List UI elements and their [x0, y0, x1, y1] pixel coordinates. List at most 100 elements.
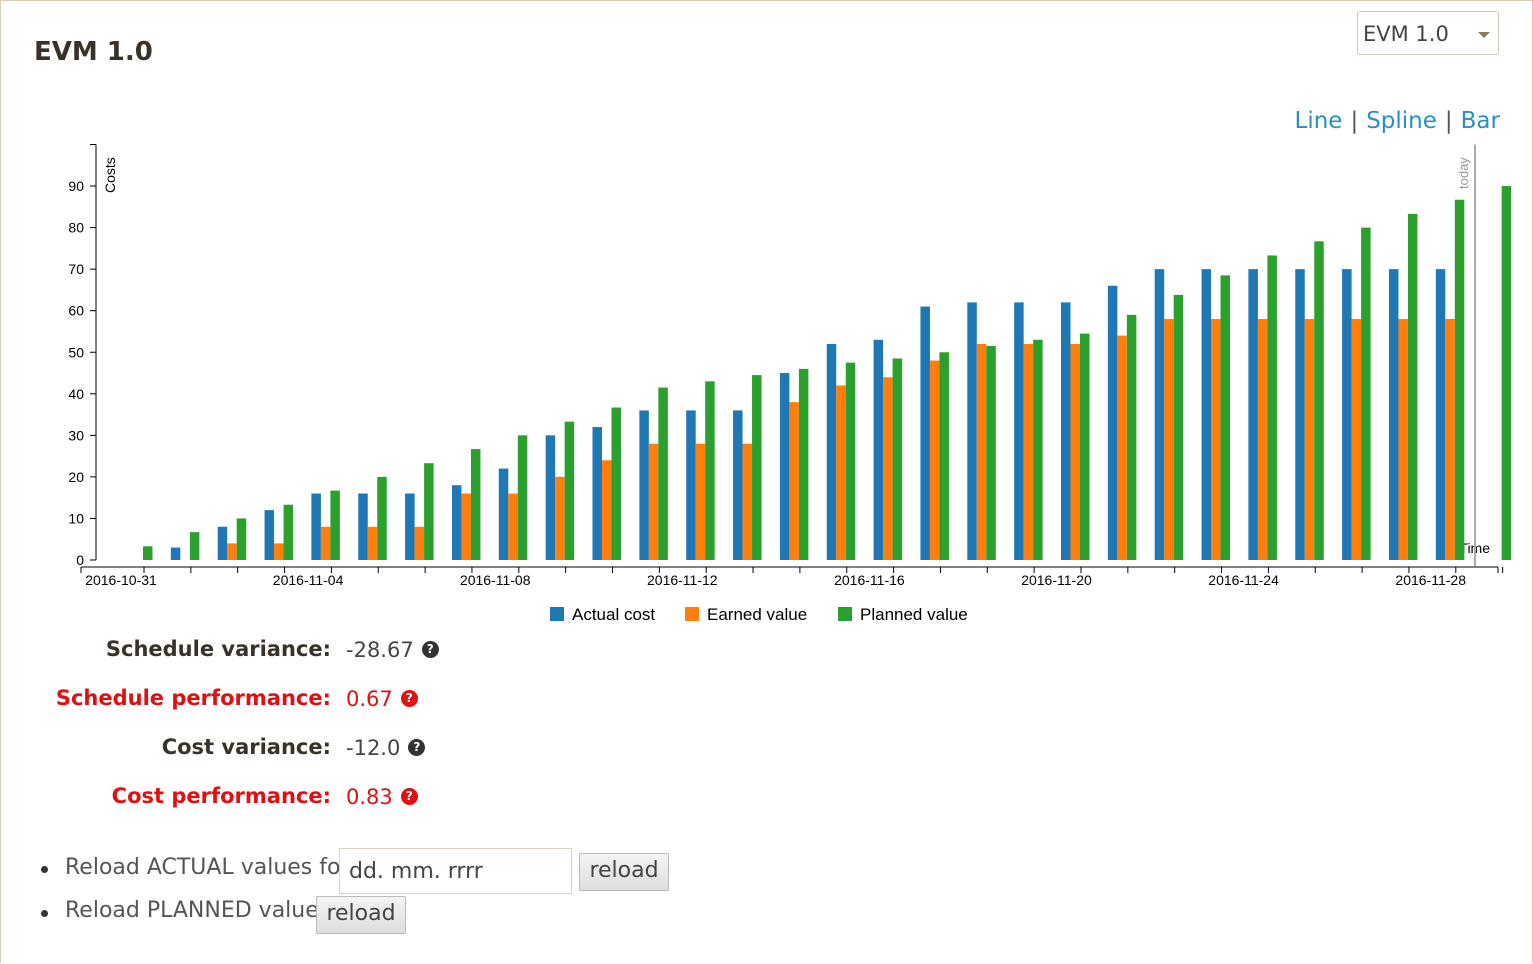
bar-planned-value	[1220, 275, 1231, 560]
y-tick-label: 70	[68, 261, 84, 277]
stat-cost-variance: Cost variance: -12.0?	[1, 735, 601, 765]
bar-actual-cost	[217, 526, 228, 560]
stat-label: Schedule variance:	[105, 637, 331, 661]
bar-earned-value	[1351, 319, 1362, 560]
x-tick-label: 2016-11-16	[834, 572, 905, 588]
bar-planned-value	[1361, 227, 1371, 560]
y-tick-label: 10	[68, 510, 84, 526]
version-select-value: EVM 1.0	[1363, 22, 1449, 46]
bar-planned-value	[1407, 213, 1418, 560]
bar-earned-value	[742, 443, 753, 560]
bar-earned-value	[789, 402, 799, 560]
bar-actual-cost	[1061, 302, 1071, 560]
bar-earned-value	[1023, 343, 1034, 560]
version-select[interactable]: EVM 1.0	[1357, 11, 1499, 55]
reload-actual-label: Reload ACTUAL values for:	[65, 855, 357, 880]
bar-planned-value	[892, 358, 903, 560]
bar-planned-value	[1501, 186, 1512, 561]
bar-planned-value	[424, 463, 434, 560]
date-input[interactable]: dd. mm. rrrr	[339, 848, 572, 894]
stat-schedule-performance: Schedule performance: 0.67?	[1, 686, 601, 716]
legend-planned-value: Planned value	[860, 605, 968, 624]
legend-actual-cost-swatch	[550, 607, 564, 621]
bar-actual-cost	[1154, 269, 1165, 560]
help-icon[interactable]: ?	[408, 738, 426, 756]
bar-actual-cost	[405, 493, 415, 560]
bar-earned-value	[1257, 319, 1268, 560]
bar-planned-value	[236, 518, 247, 560]
bar-earned-value	[883, 377, 893, 560]
bar-planned-value	[143, 546, 153, 560]
bar-earned-value	[1164, 319, 1174, 560]
bullet-icon	[41, 866, 48, 873]
stat-value: -12.0	[346, 736, 401, 760]
bar-actual-cost	[733, 410, 743, 560]
stat-label: Cost performance:	[111, 784, 331, 808]
bar-earned-value	[929, 360, 940, 560]
bar-actual-cost	[592, 427, 602, 560]
help-icon[interactable]: ?	[400, 689, 418, 707]
bar-planned-value	[939, 352, 949, 560]
bar-actual-cost	[826, 343, 837, 560]
y-tick-label: 80	[68, 220, 84, 236]
bar-actual-cost	[498, 468, 509, 560]
x-tick-label: 2016-11-20	[1021, 572, 1092, 588]
page-title: EVM 1.0	[34, 37, 153, 67]
x-tick-label: 2016-11-04	[273, 572, 344, 588]
y-tick-label: 90	[68, 178, 84, 194]
bar-planned-value	[330, 490, 340, 560]
x-tick-label: 2016-11-28	[1395, 572, 1466, 588]
bar-planned-value	[564, 421, 575, 560]
bar-earned-value	[1211, 319, 1221, 560]
bar-actual-cost	[1435, 269, 1446, 560]
bar-actual-cost	[170, 547, 181, 560]
bar-actual-cost	[873, 339, 884, 560]
bar-actual-cost	[920, 306, 930, 560]
help-icon[interactable]: ?	[421, 640, 439, 658]
bar-planned-value	[845, 362, 856, 560]
stat-value: -28.67	[346, 638, 414, 662]
y-tick-label: 30	[68, 427, 84, 443]
bar-earned-value	[976, 343, 987, 560]
bar-actual-cost	[1248, 269, 1258, 560]
bar-earned-value	[695, 443, 706, 560]
legend-actual-cost: Actual cost	[572, 605, 655, 624]
bullet-icon	[41, 910, 48, 917]
bar-planned-value	[1033, 339, 1043, 560]
y-tick-label: 50	[68, 344, 84, 360]
bar-actual-cost	[686, 410, 696, 560]
bar-actual-cost	[1201, 269, 1212, 560]
help-icon[interactable]: ?	[400, 787, 418, 805]
bar-planned-value	[189, 532, 200, 560]
bar-actual-cost	[311, 493, 321, 560]
bar-earned-value	[1445, 319, 1455, 560]
bar-earned-value	[1070, 343, 1080, 560]
bar-earned-value	[461, 493, 471, 560]
bar-planned-value	[1080, 333, 1090, 560]
bar-earned-value	[648, 443, 659, 560]
bar-earned-value	[836, 385, 846, 560]
bar-planned-value	[611, 407, 621, 560]
today-label: today	[1456, 157, 1471, 189]
y-tick-label: 60	[68, 303, 84, 319]
bar-earned-value	[274, 543, 284, 560]
stat-label: Cost variance:	[161, 735, 331, 759]
bar-planned-value	[377, 476, 387, 560]
y-axis-label: Costs	[102, 157, 118, 193]
bar-earned-value	[508, 493, 518, 560]
reload-actual-button[interactable]: reload	[579, 853, 669, 891]
evm-panel: EVM 1.0 EVM 1.0 Line | Spline | Bar 0 10 20 30 4…	[0, 0, 1533, 963]
chevron-down-icon	[1478, 32, 1490, 38]
bar-actual-cost	[1388, 269, 1399, 560]
bar-planned-value	[283, 504, 294, 560]
bar-actual-cost	[264, 510, 275, 560]
stat-value: 0.67	[346, 687, 393, 711]
bar-actual-cost	[358, 493, 368, 560]
bar-actual-cost	[1014, 302, 1024, 560]
bar-actual-cost	[1342, 269, 1352, 560]
bar-actual-cost	[1295, 269, 1305, 560]
legend-earned-value-swatch	[685, 607, 699, 621]
reload-planned-button[interactable]: reload	[316, 896, 406, 934]
bar-actual-cost	[545, 435, 556, 560]
bar-planned-value	[517, 435, 528, 560]
